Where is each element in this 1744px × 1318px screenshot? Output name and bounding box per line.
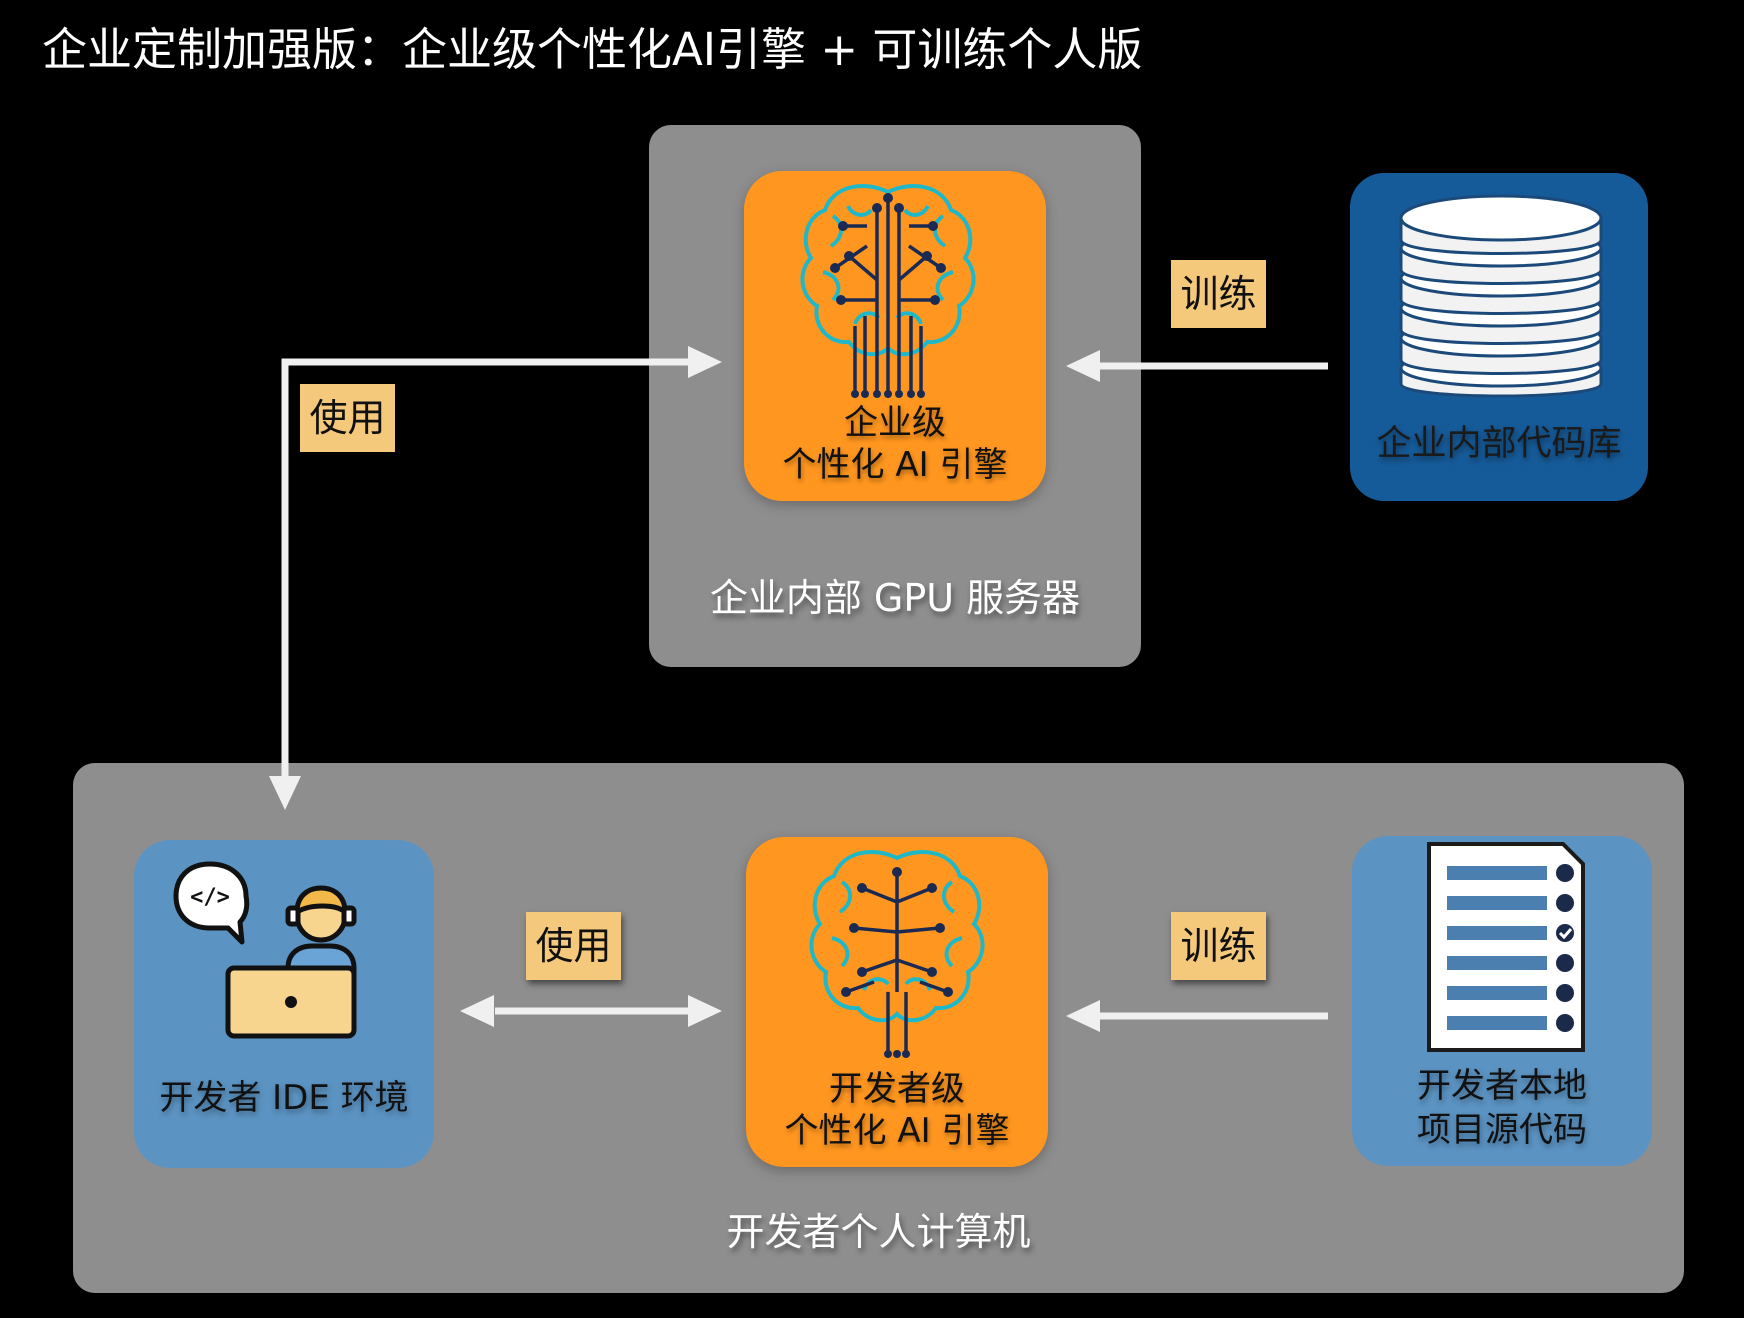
local-source-label: 开发者本地 项目源代码 bbox=[1352, 1064, 1652, 1152]
brain-circuit-icon bbox=[800, 184, 976, 398]
local-source-line1: 开发者本地 bbox=[1417, 1066, 1587, 1106]
developer-laptop-icon: </> bbox=[173, 861, 357, 1039]
developer-engine-line1: 开发者级 bbox=[829, 1069, 965, 1109]
document-checklist-icon bbox=[1427, 842, 1585, 1052]
personal-computer-caption: 开发者个人计算机 bbox=[726, 1210, 1031, 1254]
train-tag-local: 训练 bbox=[1171, 912, 1266, 980]
diagram-canvas: 企业定制加强版：企业级个性化AI引擎 + 可训练个人版 企业内部 GPU 服务器 bbox=[0, 0, 1744, 1318]
brain-circuit-icon bbox=[809, 850, 985, 1058]
train-tag-enterprise: 训练 bbox=[1171, 260, 1266, 328]
enterprise-engine-label: 企业级 个性化 AI 引擎 bbox=[744, 402, 1046, 486]
svg-text:</>: </> bbox=[190, 885, 230, 910]
gpu-server-caption: 企业内部 GPU 服务器 bbox=[709, 576, 1081, 620]
enterprise-repo-label: 企业内部代码库 bbox=[1376, 424, 1622, 464]
local-source-line2: 项目源代码 bbox=[1417, 1110, 1587, 1150]
page-title: 企业定制加强版：企业级个性化AI引擎 + 可训练个人版 bbox=[42, 23, 1143, 76]
enterprise-engine-line2: 个性化 AI 引擎 bbox=[782, 445, 1008, 485]
developer-engine-line2: 个性化 AI 引擎 bbox=[784, 1111, 1010, 1151]
use-tag-enterprise: 使用 bbox=[300, 384, 395, 452]
enterprise-engine-line1: 企业级 bbox=[844, 403, 946, 443]
database-icon bbox=[1399, 194, 1603, 398]
developer-engine-label: 开发者级 个性化 AI 引擎 bbox=[746, 1068, 1048, 1152]
use-tag-local: 使用 bbox=[526, 912, 621, 980]
ide-environment-label: 开发者 IDE 环境 bbox=[159, 1078, 409, 1118]
